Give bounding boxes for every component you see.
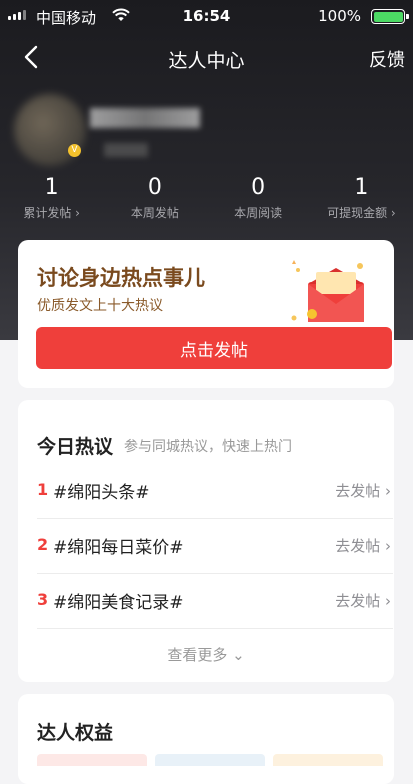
- stat-label: 本周阅读: [234, 206, 283, 220]
- post-promo-card: 讨论身边热点事儿 优质发文上十大热议 点击发帖: [18, 240, 394, 388]
- promo-title: 讨论身边热点事儿: [37, 266, 205, 290]
- hot-topics-description: 参与同城热议，快速上热门: [124, 439, 292, 455]
- promo-subtitle: 优质发文上十大热议: [37, 298, 163, 314]
- hot-topics-title: 今日热议: [37, 436, 114, 458]
- verified-badge-icon: V: [68, 144, 81, 157]
- hot-topic-item[interactable]: 2 #绵阳每日菜价# 去发帖 ›: [37, 519, 393, 574]
- battery-icon: [371, 9, 409, 24]
- stats-row: 1 累计发帖 › 0 本周发帖 0 本周阅读 1 可提现金额 ›: [0, 174, 413, 224]
- rights-title: 达人权益: [37, 722, 114, 744]
- battery-percent: 100%: [318, 7, 361, 25]
- rights-tile[interactable]: [155, 754, 265, 766]
- topic-rank: 3: [37, 590, 49, 609]
- rights-tile[interactable]: [37, 754, 147, 766]
- stat-withdrawable[interactable]: 1 可提现金额 ›: [310, 174, 413, 224]
- rights-tile[interactable]: [273, 754, 383, 766]
- stat-label: 可提现金额 ›: [327, 206, 396, 220]
- rights-card: 达人权益: [18, 694, 394, 784]
- topic-name: #绵阳每日菜价#: [53, 538, 184, 558]
- stat-weekly-posts: 0 本周发帖: [103, 174, 206, 224]
- stat-value: 0: [251, 175, 266, 200]
- stat-value: 1: [354, 175, 369, 200]
- feedback-button[interactable]: 反馈: [369, 46, 405, 72]
- hot-topics-card: 今日热议 参与同城热议，快速上热门 1 #绵阳头条# 去发帖 › 2 #绵阳每日…: [18, 400, 394, 682]
- topic-name: #绵阳美食记录#: [53, 593, 184, 613]
- hot-topic-item[interactable]: 1 #绵阳头条# 去发帖 ›: [37, 464, 393, 519]
- topic-rank: 1: [37, 480, 49, 499]
- user-subtitle-blurred: [104, 143, 148, 157]
- go-post-link[interactable]: 去发帖 ›: [335, 590, 391, 611]
- stat-label: 累计发帖 ›: [23, 206, 80, 220]
- hot-topic-item[interactable]: 3 #绵阳美食记录# 去发帖 ›: [37, 574, 393, 629]
- rights-tiles: [37, 754, 383, 766]
- stat-value: 1: [44, 175, 59, 200]
- stat-weekly-reads: 0 本周阅读: [207, 174, 310, 224]
- post-button[interactable]: 点击发帖: [36, 327, 392, 369]
- status-bar: 中国移动 16:54 100%: [0, 0, 413, 32]
- stat-label: 本周发帖: [130, 206, 179, 220]
- stat-value: 0: [147, 175, 162, 200]
- go-post-link[interactable]: 去发帖 ›: [335, 480, 391, 501]
- topic-rank: 2: [37, 535, 49, 554]
- go-post-link[interactable]: 去发帖 ›: [335, 535, 391, 556]
- see-more-button[interactable]: 查看更多 ⌄: [18, 644, 394, 665]
- topic-name: #绵阳头条#: [53, 483, 150, 503]
- red-envelope-icon: [291, 260, 364, 322]
- stat-total-posts[interactable]: 1 累计发帖 ›: [0, 174, 103, 224]
- page-title: 达人中心: [168, 50, 245, 72]
- nav-bar: 达人中心 反馈: [0, 38, 413, 78]
- username-blurred: [90, 108, 200, 128]
